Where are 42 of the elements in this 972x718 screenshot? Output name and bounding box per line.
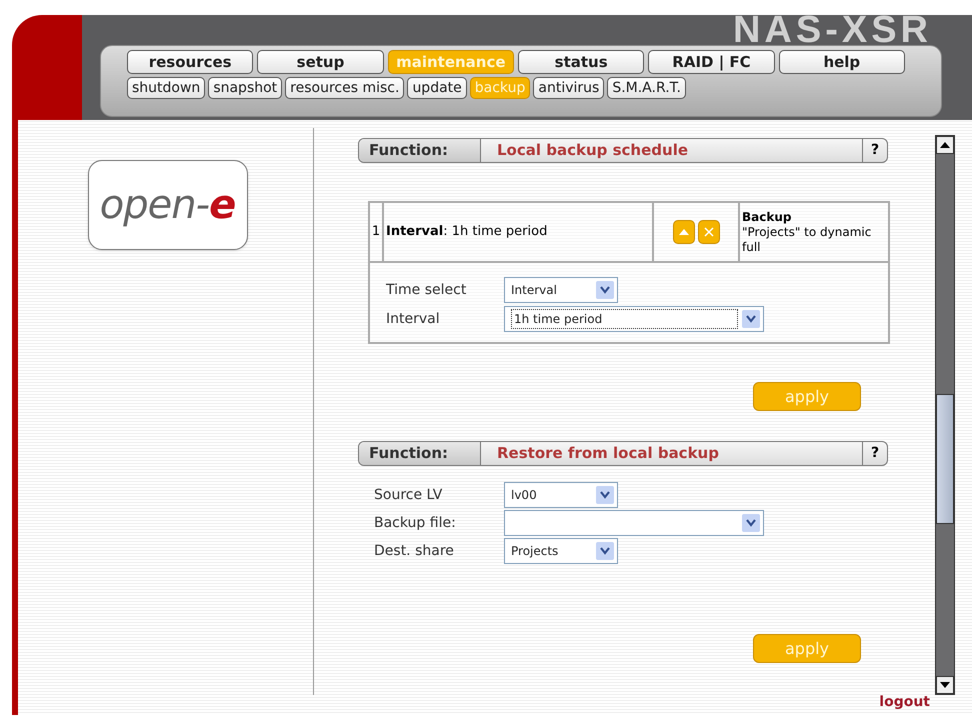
- sub-tab[interactable]: S.M.A.R.T.: [607, 77, 686, 99]
- close-icon: [704, 227, 714, 237]
- up-triangle-icon: [678, 229, 688, 235]
- help-button[interactable]: ?: [862, 139, 887, 162]
- main-tab[interactable]: setup: [257, 50, 384, 74]
- field-label: Backup file:: [374, 514, 457, 532]
- task-description: "Projects" to dynamic full: [742, 224, 872, 254]
- logo-accent: e: [209, 181, 236, 230]
- scroll-thumb[interactable]: [936, 394, 954, 524]
- main-tab[interactable]: resources: [127, 50, 254, 74]
- dropdown-field[interactable]: Projects: [504, 538, 618, 564]
- scroll-up-icon[interactable]: [936, 136, 954, 154]
- main-tab[interactable]: status: [518, 50, 644, 74]
- delete-button[interactable]: [698, 220, 720, 244]
- field-label: Source LV: [374, 486, 444, 504]
- field-label: Time select: [386, 280, 468, 300]
- move-up-button[interactable]: [672, 220, 694, 244]
- sub-tab[interactable]: update: [407, 77, 467, 99]
- main-tab[interactable]: help: [778, 50, 905, 74]
- task-summary: Interval: 1h time period: [384, 203, 654, 261]
- sub-tab[interactable]: shutdown: [127, 77, 206, 99]
- dropdown-field[interactable]: lv00: [504, 482, 618, 508]
- function-label: Function:: [359, 442, 481, 465]
- main-tab[interactable]: RAID | FC: [648, 50, 775, 74]
- task-number: 1: [370, 203, 384, 261]
- sub-tab[interactable]: snapshot: [208, 77, 282, 99]
- field-label: Dest. share: [374, 542, 455, 560]
- function-label: Function:: [359, 139, 481, 162]
- scroll-down-icon[interactable]: [936, 676, 954, 694]
- logout-link[interactable]: logout: [879, 694, 930, 710]
- dropdown-field[interactable]: 1h time period: [504, 306, 764, 332]
- function-title: Restore from local backup: [496, 443, 720, 464]
- dropdown-field[interactable]: Interval: [504, 277, 618, 303]
- help-button[interactable]: ?: [862, 442, 887, 465]
- dropdown-field[interactable]: [504, 510, 764, 536]
- function-title: Local backup schedule: [496, 140, 690, 161]
- field-label: Interval: [386, 310, 441, 328]
- logo-text: open-: [100, 181, 210, 230]
- sub-tab[interactable]: antivirus: [533, 77, 604, 99]
- product-title: NAS-XSR: [732, 15, 932, 45]
- sub-tab[interactable]: resources misc.: [285, 77, 404, 99]
- task-description-title: Backup: [742, 210, 792, 224]
